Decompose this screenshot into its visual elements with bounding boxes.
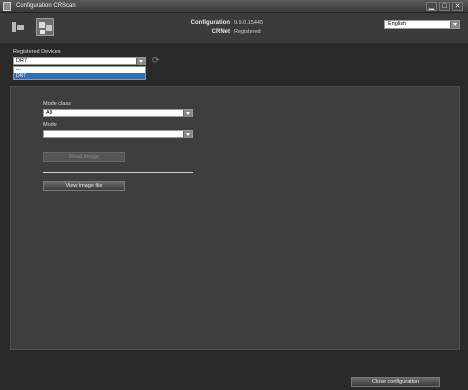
scanner-icon	[12, 22, 24, 32]
window-title: Configuration CRScan	[16, 3, 76, 9]
minimize-button[interactable]: ▁	[426, 2, 437, 11]
minimize-icon: ▁	[428, 3, 435, 10]
language-value: English	[388, 21, 407, 27]
config-subtitle: CRNet	[211, 29, 230, 35]
device-select[interactable]: DR7	[13, 57, 146, 65]
device-dropdown-list: --- DR7	[13, 66, 146, 80]
mode-label: Mode	[43, 122, 57, 128]
maximize-button[interactable]: □	[439, 2, 450, 11]
settings-button[interactable]	[36, 18, 54, 36]
mode-class-value: All	[46, 110, 53, 116]
device-select-value: DR7	[16, 58, 28, 64]
mode-class-label: Mode class	[43, 101, 71, 107]
close-window-button[interactable]: ✕	[452, 2, 463, 11]
maximize-icon: □	[442, 3, 447, 10]
main-panel	[10, 86, 460, 350]
config-title: Configuration	[190, 20, 230, 26]
app-icon	[3, 2, 11, 11]
view-image-file-button[interactable]: View image file	[43, 181, 125, 191]
mode-class-select[interactable]: All	[43, 109, 193, 117]
close-icon: ✕	[454, 3, 461, 10]
settings-icon	[39, 22, 52, 34]
read-image-button[interactable]: Read image	[43, 152, 125, 162]
mode-select[interactable]	[43, 130, 193, 138]
refresh-icon[interactable]: ⟳	[152, 55, 162, 65]
title-bar: Configuration CRScan ▁ □ ✕	[0, 0, 468, 13]
scanner-button[interactable]	[9, 18, 27, 36]
registration-status: Registered	[234, 29, 261, 35]
version-text: 9.9.0.15445	[234, 20, 264, 26]
list-item[interactable]: DR7	[14, 73, 145, 79]
chevron-down-icon[interactable]	[136, 58, 145, 65]
registered-devices-label: Registered Devices	[13, 49, 61, 55]
chevron-down-icon[interactable]	[450, 21, 459, 28]
close-configuration-button[interactable]: Close configuration	[351, 377, 440, 387]
chevron-down-icon[interactable]	[183, 131, 192, 138]
divider	[43, 172, 193, 173]
chevron-down-icon[interactable]	[183, 110, 192, 117]
language-select[interactable]: English	[384, 20, 460, 29]
